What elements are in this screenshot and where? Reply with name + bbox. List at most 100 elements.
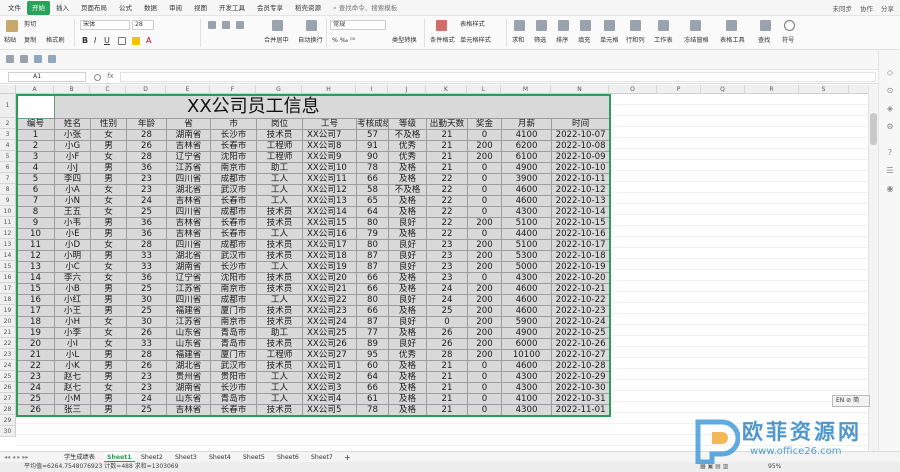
table-cell[interactable]: 成都市 bbox=[210, 294, 257, 306]
menu-item-data[interactable]: 数据 bbox=[138, 1, 163, 15]
table-cell[interactable]: 4600 bbox=[501, 195, 552, 207]
table-cell[interactable]: 武汉市 bbox=[210, 250, 257, 262]
table-cell[interactable]: 男 bbox=[90, 371, 127, 383]
row-header[interactable]: 1 bbox=[0, 94, 16, 118]
table-cell[interactable]: 200 bbox=[467, 239, 502, 251]
row-header[interactable]: 4 bbox=[0, 140, 16, 151]
name-box[interactable]: A1 bbox=[8, 72, 86, 82]
table-cell[interactable]: 23 bbox=[426, 261, 468, 273]
bold-button[interactable]: B bbox=[82, 36, 88, 45]
paste-icon[interactable] bbox=[6, 20, 18, 32]
table-cell[interactable]: 女 bbox=[90, 272, 127, 284]
table-cell[interactable]: 2022-10-30 bbox=[550, 382, 611, 394]
table-cell[interactable]: 66 bbox=[356, 283, 389, 295]
column-header[interactable]: N bbox=[551, 85, 609, 94]
column-title[interactable]: 等级 bbox=[388, 118, 427, 130]
table-cell[interactable]: 25 bbox=[126, 206, 167, 218]
column-title[interactable]: 省 bbox=[166, 118, 211, 130]
table-cell[interactable]: 8 bbox=[16, 206, 55, 218]
column-header[interactable]: E bbox=[166, 85, 210, 94]
table-cell[interactable]: 21 bbox=[426, 162, 468, 174]
table-cell[interactable]: XX公司2 bbox=[302, 371, 357, 383]
table-cell[interactable]: 0 bbox=[467, 360, 502, 372]
command-search[interactable]: ⌕ 查找命令、搜索模板 bbox=[327, 1, 403, 15]
row-header[interactable]: 27 bbox=[0, 393, 16, 404]
table-cell[interactable]: 24 bbox=[126, 393, 167, 405]
underline-button[interactable]: U bbox=[104, 36, 110, 45]
table-cell[interactable]: 优秀 bbox=[388, 140, 427, 152]
table-cell[interactable]: 小张 bbox=[54, 129, 91, 141]
menu-item-file[interactable]: 文件 bbox=[2, 1, 27, 15]
table-cell[interactable]: 及格 bbox=[388, 195, 427, 207]
format-painter-button[interactable]: 格式刷 bbox=[46, 36, 65, 45]
row-column-button[interactable]: 行和列 bbox=[626, 36, 645, 45]
fill-color-icon[interactable] bbox=[132, 37, 140, 45]
table-cell[interactable]: 2022-10-26 bbox=[550, 338, 611, 350]
table-cell[interactable]: 技术员 bbox=[256, 360, 303, 372]
table-cell[interactable]: 23 bbox=[16, 371, 55, 383]
table-cell[interactable]: 女 bbox=[90, 327, 127, 339]
side-panel-icon-1[interactable]: ◇ bbox=[885, 68, 895, 78]
column-header[interactable]: G bbox=[256, 85, 302, 94]
table-cell[interactable]: 66 bbox=[356, 272, 389, 284]
table-cell[interactable]: 0 bbox=[467, 382, 502, 394]
table-cell[interactable]: 2022-10-24 bbox=[550, 316, 611, 328]
table-cell[interactable]: 5900 bbox=[501, 316, 552, 328]
table-cell[interactable]: XX公司14 bbox=[302, 206, 357, 218]
table-cell[interactable]: 28 bbox=[426, 349, 468, 361]
table-cell[interactable]: 辽宁省 bbox=[166, 272, 211, 284]
table-cell[interactable]: 女 bbox=[90, 316, 127, 328]
menu-item-view[interactable]: 视图 bbox=[188, 1, 213, 15]
table-cell[interactable]: 80 bbox=[356, 217, 389, 229]
table-cell[interactable]: 200 bbox=[467, 305, 502, 317]
table-cell[interactable]: 成都市 bbox=[210, 206, 257, 218]
table-cell[interactable]: 5100 bbox=[501, 239, 552, 251]
table-cell[interactable]: 64 bbox=[356, 206, 389, 218]
table-cell[interactable]: 2022-10-07 bbox=[550, 129, 611, 141]
table-cell[interactable]: 小明 bbox=[54, 250, 91, 262]
table-cell[interactable]: 4400 bbox=[501, 228, 552, 240]
table-cell[interactable]: 23 bbox=[126, 371, 167, 383]
table-cell[interactable]: 200 bbox=[467, 327, 502, 339]
freeze-panes-icon[interactable] bbox=[690, 20, 701, 31]
row-header[interactable]: 25 bbox=[0, 371, 16, 382]
table-cell[interactable]: 200 bbox=[467, 316, 502, 328]
table-cell[interactable]: 2022-11-01 bbox=[550, 404, 611, 416]
print-icon[interactable] bbox=[20, 55, 28, 63]
row-header[interactable]: 13 bbox=[0, 239, 16, 250]
column-title[interactable]: 市 bbox=[210, 118, 257, 130]
table-cell[interactable]: XX公司25 bbox=[302, 327, 357, 339]
row-header[interactable]: 29 bbox=[0, 415, 16, 426]
table-cell[interactable]: 78 bbox=[356, 404, 389, 416]
column-header[interactable]: S bbox=[799, 85, 849, 94]
table-cell[interactable]: 小J bbox=[54, 162, 91, 174]
table-cell[interactable]: 23 bbox=[426, 250, 468, 262]
table-cell[interactable]: 11 bbox=[16, 239, 55, 251]
table-cell[interactable]: 小C bbox=[54, 261, 91, 273]
table-cell[interactable]: 长春市 bbox=[210, 195, 257, 207]
side-panel-icon-7[interactable]: ◉ bbox=[885, 184, 895, 194]
table-cell[interactable]: 2022-10-08 bbox=[550, 140, 611, 152]
row-header[interactable]: 11 bbox=[0, 217, 16, 228]
table-cell[interactable]: 良好 bbox=[388, 261, 427, 273]
table-cell[interactable]: 90 bbox=[356, 151, 389, 163]
table-cell[interactable]: 2022-10-14 bbox=[550, 206, 611, 218]
side-panel-icon-3[interactable]: ◈ bbox=[885, 104, 895, 114]
table-cell[interactable]: XX公司27 bbox=[302, 349, 357, 361]
table-cell[interactable]: 及格 bbox=[388, 305, 427, 317]
table-cell[interactable]: 10100 bbox=[501, 349, 552, 361]
row-header[interactable]: 17 bbox=[0, 283, 16, 294]
table-cell[interactable]: 28 bbox=[126, 151, 167, 163]
table-cell[interactable]: 2022-10-13 bbox=[550, 195, 611, 207]
table-cell[interactable]: 26 bbox=[126, 360, 167, 372]
table-cell[interactable]: 工人 bbox=[256, 371, 303, 383]
table-cell[interactable]: XX公司1 bbox=[302, 360, 357, 372]
column-header[interactable]: L bbox=[467, 85, 501, 94]
fill-button[interactable]: 填充 bbox=[578, 36, 590, 45]
side-panel-icon-6[interactable]: ☰ bbox=[885, 166, 895, 176]
table-cell[interactable]: 男 bbox=[90, 404, 127, 416]
align-left-icon[interactable] bbox=[208, 21, 216, 29]
sync-status[interactable]: 未同步 bbox=[833, 3, 853, 13]
table-cell[interactable]: 青岛市 bbox=[210, 338, 257, 350]
column-title[interactable]: 月薪 bbox=[501, 118, 552, 130]
